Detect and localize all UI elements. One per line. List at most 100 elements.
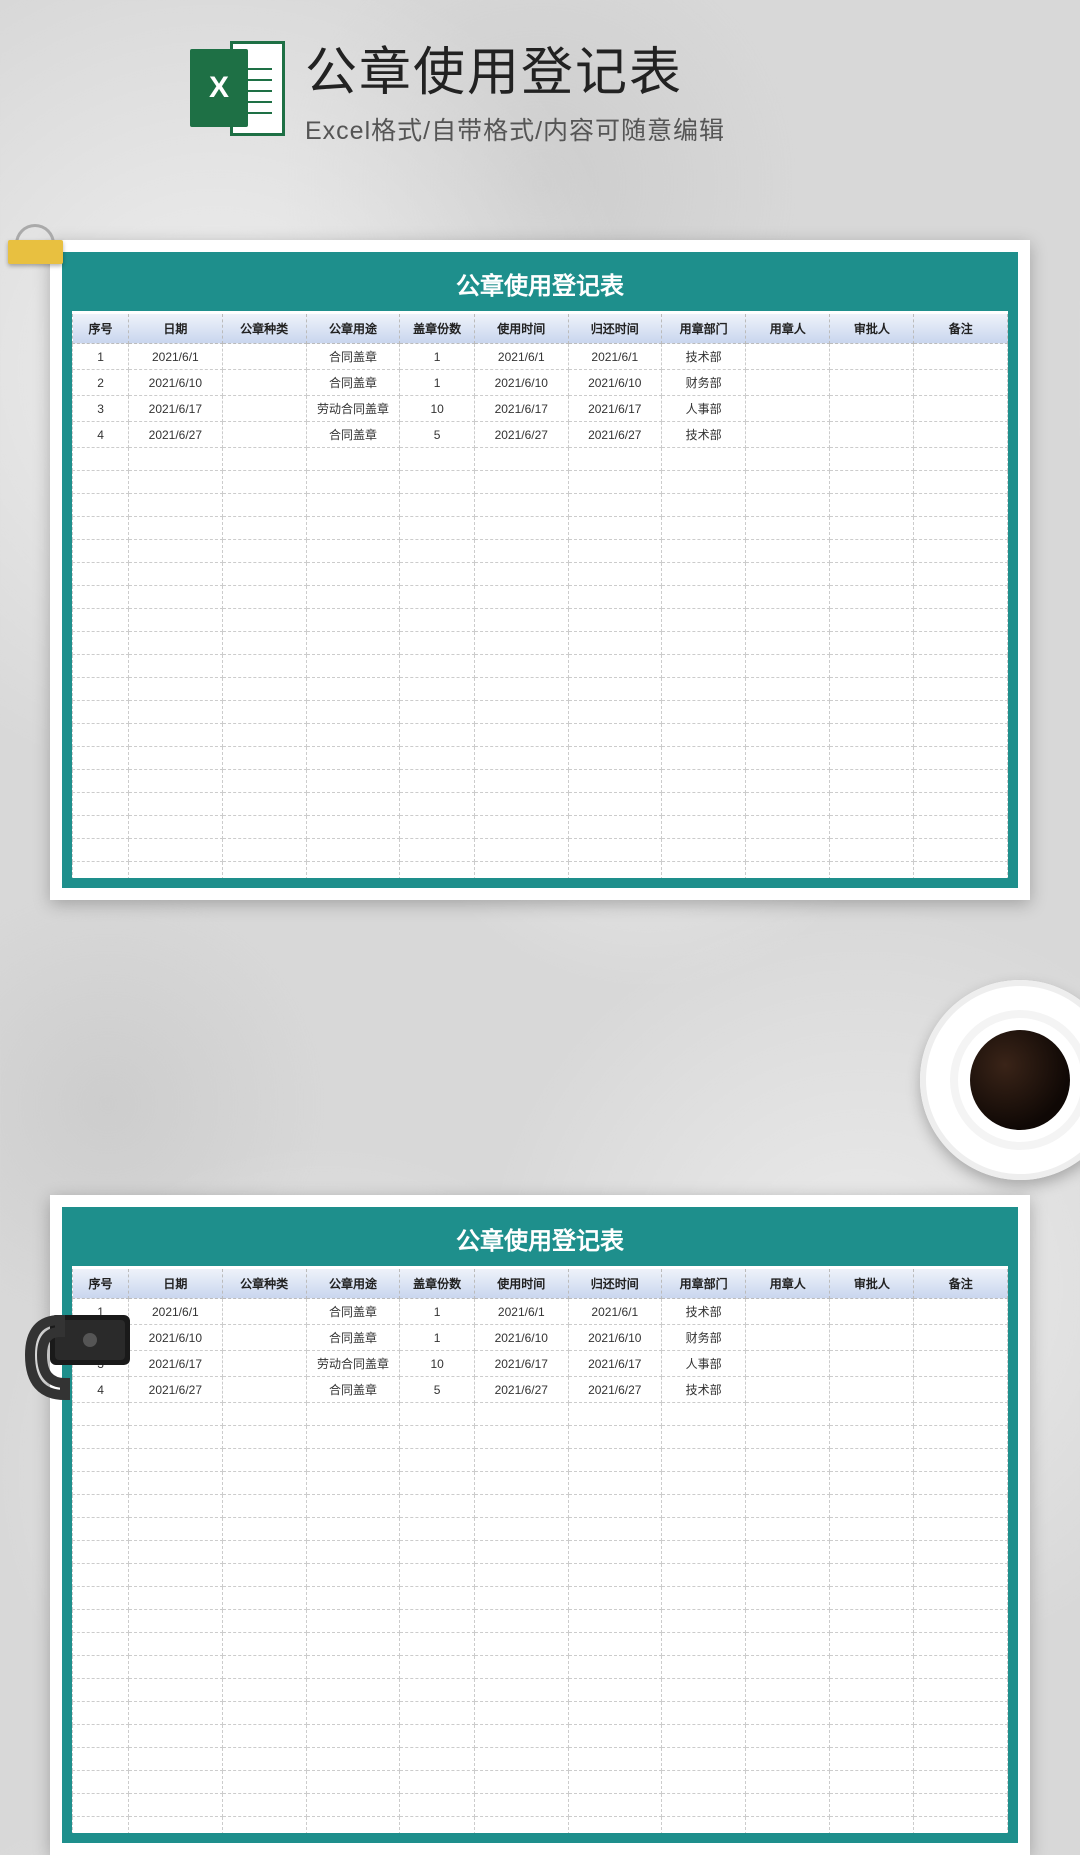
table-cell: 2021/6/27 [129,1377,223,1403]
table-cell [73,862,129,879]
table-cell [129,1587,223,1610]
table-cell [568,1748,662,1771]
table-cell [830,370,914,396]
table-cell [914,1541,1008,1564]
table-cell [306,793,400,816]
table-cell [222,1679,306,1702]
table-cell: 合同盖章 [306,1325,400,1351]
table-row: 32021/6/17劳动合同盖章102021/6/172021/6/17人事部 [73,1351,1008,1377]
table-cell [830,1351,914,1377]
table-row: 22021/6/10合同盖章12021/6/102021/6/10财务部 [73,370,1008,396]
table-cell [914,839,1008,862]
table-cell [129,1495,223,1518]
column-header: 用章人 [746,1269,830,1299]
table-cell [914,448,1008,471]
table-cell [73,1610,129,1633]
table-row [73,1495,1008,1518]
table-cell [475,517,569,540]
table-cell [746,1472,830,1495]
table-cell [129,1794,223,1817]
table-cell [830,1495,914,1518]
table-cell [222,701,306,724]
column-header: 盖章份数 [400,314,475,344]
table-cell [222,344,306,370]
table-cell [830,1449,914,1472]
table-cell [746,517,830,540]
table-cell: 技术部 [662,1299,746,1325]
table-cell [129,1564,223,1587]
table-cell [129,632,223,655]
table-cell [662,586,746,609]
table-cell [306,678,400,701]
table-cell [222,1817,306,1834]
table-cell [746,1377,830,1403]
table-cell: 人事部 [662,396,746,422]
table-cell [830,1748,914,1771]
table-row [73,1403,1008,1426]
table-cell: 合同盖章 [306,422,400,448]
table-cell [662,1564,746,1587]
table-cell [306,586,400,609]
table-cell [746,1403,830,1426]
table-cell [475,747,569,770]
spreadsheet-preview-2: 公章使用登记表 序号日期公章种类公章用途盖章份数使用时间归还时间用章部门用章人审… [50,1195,1030,1855]
table-cell [475,862,569,879]
table-cell [475,1679,569,1702]
table-cell: 5 [400,1377,475,1403]
table-cell [568,540,662,563]
table-cell [662,701,746,724]
table-cell [914,494,1008,517]
table-cell [222,655,306,678]
table-cell [129,1771,223,1794]
table-cell [568,1587,662,1610]
table-row [73,494,1008,517]
table-cell [568,816,662,839]
table-cell [129,862,223,879]
table-cell [306,862,400,879]
table-cell [746,1725,830,1748]
table-cell [914,1656,1008,1679]
table-cell [568,1610,662,1633]
table-cell [222,1426,306,1449]
table-cell [400,1541,475,1564]
page-subtitle: Excel格式/自带格式/内容可随意编辑 [305,111,725,147]
table-cell [222,471,306,494]
table-row [73,816,1008,839]
column-header: 公章用途 [306,1269,400,1299]
table-cell [914,862,1008,879]
clipboard-clip-icon [20,1265,140,1415]
table-cell [129,517,223,540]
table-cell [830,1702,914,1725]
table-cell [914,1495,1008,1518]
table-cell [568,747,662,770]
table-cell [129,1449,223,1472]
table-cell [662,1771,746,1794]
table-cell [914,1299,1008,1325]
table-cell [746,1299,830,1325]
table-cell [830,862,914,879]
table-cell [73,517,129,540]
table-cell [914,1449,1008,1472]
table-cell [400,1472,475,1495]
table-cell [400,1610,475,1633]
table-cell [129,471,223,494]
table-cell [746,1633,830,1656]
table-cell [914,422,1008,448]
table-cell [662,1610,746,1633]
table-cell [830,1299,914,1325]
table-cell [129,1403,223,1426]
table-cell [400,1794,475,1817]
table-cell [914,655,1008,678]
table-cell [746,448,830,471]
table-cell [746,609,830,632]
table-cell [662,793,746,816]
table-cell [914,678,1008,701]
register-table: 序号日期公章种类公章用途盖章份数使用时间归还时间用章部门用章人审批人备注 120… [72,1269,1008,1833]
table-cell: 2021/6/17 [129,1351,223,1377]
table-cell [73,1426,129,1449]
table-cell [306,701,400,724]
table-cell [73,448,129,471]
table-cell [475,1656,569,1679]
table-cell [746,1564,830,1587]
table-cell [222,747,306,770]
